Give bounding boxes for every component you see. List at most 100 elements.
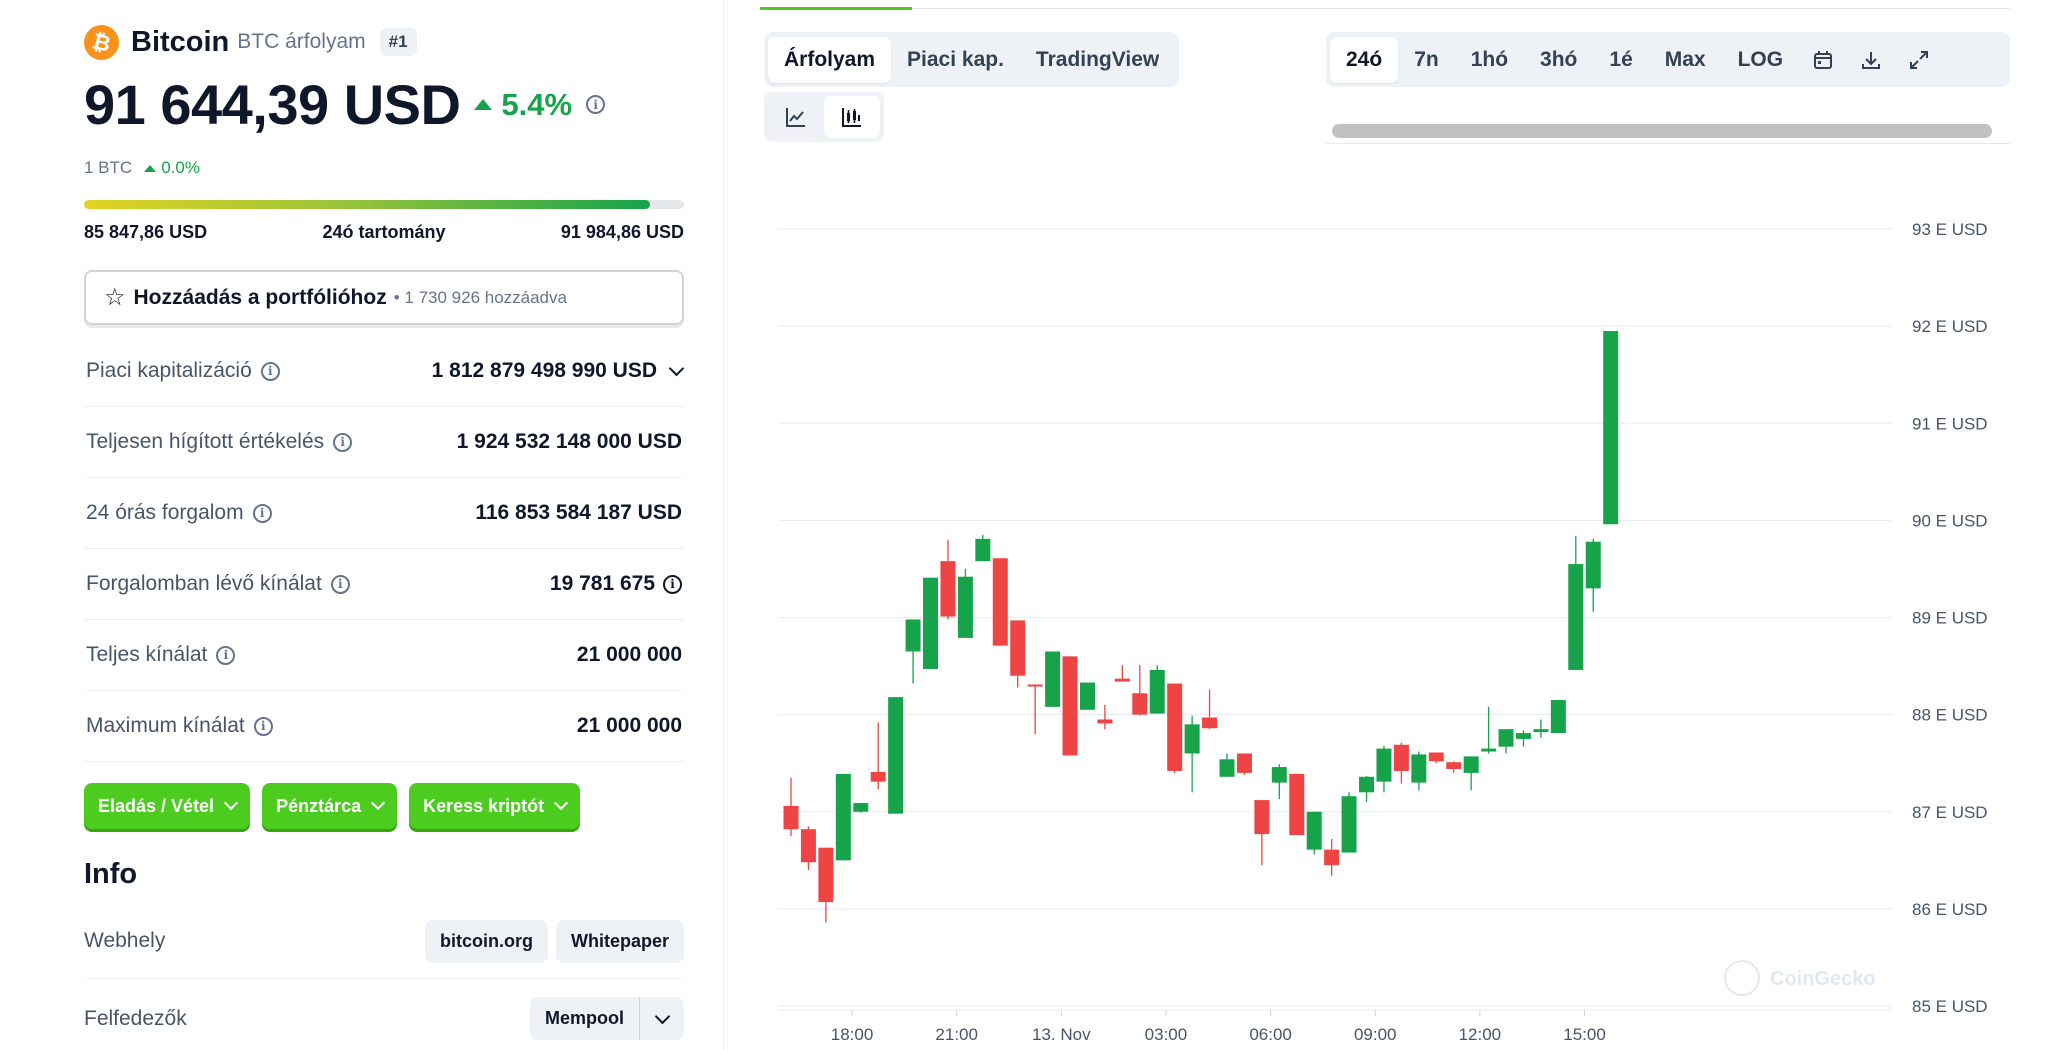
- info-icon[interactable]: i: [330, 574, 350, 594]
- candle-body: [835, 773, 851, 861]
- candle-body: [1184, 724, 1200, 754]
- coin-subtitle: BTC árfolyam: [237, 30, 366, 53]
- caret-up-icon: [144, 164, 157, 172]
- timeframe-option[interactable]: 7n: [1398, 37, 1455, 83]
- range-bar: [84, 200, 684, 209]
- candle-body: [1271, 767, 1287, 783]
- x-tick-label: 13. Nov: [1032, 1025, 1091, 1044]
- add-to-portfolio-button[interactable]: ☆ Hozzáadás a portfólióhoz • 1 730 926 h…: [84, 270, 684, 325]
- info-icon[interactable]: i: [586, 95, 606, 114]
- candle-body: [870, 771, 886, 782]
- portfolio-count-value: 1 730 926 hozzáadva: [404, 287, 567, 307]
- calendar-button[interactable]: [1799, 37, 1847, 83]
- candle-body: [1428, 752, 1444, 762]
- candle-body: [1393, 744, 1409, 771]
- stat-value-group: 1 812 879 498 990 USD: [432, 359, 685, 383]
- coin-title-row: ₿ Bitcoin BTC árfolyam #1: [80, 20, 417, 64]
- timeframe-option[interactable]: 1é: [1593, 37, 1648, 83]
- stat-label: Forgalomban lévő kínálat: [86, 572, 322, 595]
- range-labels: 85 847,86 USD 24ó tartomány 91 984,86 US…: [84, 222, 684, 243]
- candle-body: [1010, 620, 1026, 676]
- action-button-label: Keress kriptót: [423, 795, 545, 816]
- buy-sell-button[interactable]: Eladás / Vétel: [84, 783, 251, 829]
- stat-label: Maximum kínálat: [86, 714, 245, 737]
- panel-divider: [723, 0, 724, 1050]
- y-tick-label: 89 E USD: [1912, 609, 1988, 628]
- candle-body: [1219, 759, 1235, 777]
- tab-price[interactable]: Árfolyam: [768, 36, 892, 83]
- x-tick-label: 15:00: [1563, 1025, 1606, 1044]
- chart-type-selector: [764, 92, 884, 142]
- fullscreen-button[interactable]: [1895, 37, 1943, 83]
- timeframe-option[interactable]: 1hó: [1455, 37, 1524, 83]
- caret-up-icon: [474, 99, 493, 110]
- candlestick-chart-button[interactable]: [824, 96, 880, 138]
- y-tick-label: 87 E USD: [1912, 803, 1988, 822]
- find-crypto-button[interactable]: Keress kriptót: [409, 783, 581, 829]
- website-link[interactable]: bitcoin.org: [424, 919, 548, 963]
- candle-body: [1045, 651, 1061, 707]
- bitcoin-logo-icon: ₿: [80, 20, 123, 64]
- stat-row: Maximum kínálat i 21 000 000: [84, 691, 684, 762]
- info-icon[interactable]: i: [663, 574, 682, 594]
- stat-row[interactable]: Piaci kapitalizáció i 1 812 879 498 990 US…: [84, 336, 685, 407]
- range-bar-fill: [84, 200, 651, 209]
- candle-body: [1027, 684, 1043, 687]
- explorer-link[interactable]: Mempool: [530, 997, 639, 1040]
- candle-body: [1306, 811, 1322, 850]
- info-icon[interactable]: i: [216, 645, 236, 665]
- portfolio-button-label: Hozzáadás a portfólióhoz: [133, 285, 387, 309]
- tab-market-cap[interactable]: Piaci kap.: [891, 37, 1020, 83]
- candle-body: [1254, 800, 1270, 835]
- stat-label-group: 24 órás forgalom i: [86, 501, 272, 525]
- candle-body: [1463, 756, 1479, 773]
- website-label: Webhely: [84, 929, 166, 952]
- timeframe-option[interactable]: LOG: [1722, 37, 1800, 83]
- info-icon[interactable]: i: [333, 432, 353, 452]
- chart-scrollbar-thumb[interactable]: [1332, 124, 1992, 138]
- download-button[interactable]: [1847, 37, 1895, 83]
- star-icon: ☆: [104, 284, 126, 311]
- candle-body: [783, 805, 799, 830]
- candle-body: [1114, 678, 1130, 682]
- line-chart-button[interactable]: [768, 96, 824, 138]
- chart-scrollbar[interactable]: [1326, 118, 2010, 144]
- x-tick-label: 21:00: [935, 1025, 978, 1044]
- timeframe-option[interactable]: Max: [1649, 37, 1722, 83]
- explorers-label: Felfedezők: [84, 1006, 187, 1030]
- timeframe-option[interactable]: 24ó: [1330, 36, 1399, 83]
- tab-tradingview[interactable]: TradingView: [1020, 37, 1175, 83]
- candle-body: [1097, 719, 1113, 724]
- stat-value: 19 781 675: [549, 572, 655, 595]
- stat-label-group: Piaci kapitalizáció i: [86, 359, 280, 383]
- explorer-dropdown-toggle[interactable]: [639, 997, 684, 1040]
- stat-value-group: 116 853 584 187 USD: [475, 501, 682, 525]
- info-icon[interactable]: i: [260, 361, 280, 381]
- info-icon[interactable]: i: [253, 716, 273, 736]
- candle-body: [888, 697, 904, 814]
- coin-overview-panel: ₿ Bitcoin BTC árfolyam #1 91 644,39 USD …: [80, 0, 690, 1050]
- chevron-down-icon: [654, 1008, 670, 1024]
- candle-body: [1149, 669, 1165, 714]
- x-tick-label: 18:00: [831, 1025, 874, 1044]
- candle-body: [1167, 683, 1183, 771]
- timeframe-option[interactable]: 3hó: [1524, 37, 1593, 83]
- price-candlestick-chart[interactable]: 93 E USD 92 E USD 91 E USD 90 E USD 89 E USD…: [760, 200, 2010, 1050]
- coingecko-watermark: CoinGecko: [1770, 968, 1876, 990]
- stat-label: Teljesen hígított értékelés: [86, 430, 325, 453]
- candle-body: [800, 829, 816, 863]
- btc-price-row: 1 BTC 0.0%: [84, 158, 200, 178]
- candle-body: [975, 538, 991, 562]
- fullscreen-icon: [1910, 50, 1929, 69]
- price-change-24h: 5.4%: [474, 87, 572, 123]
- candle-body: [905, 619, 921, 652]
- candle-body: [1481, 748, 1497, 752]
- candle-body: [1062, 656, 1078, 756]
- candle-body: [1324, 849, 1340, 866]
- whitepaper-link[interactable]: Whitepaper: [555, 919, 684, 963]
- info-icon[interactable]: i: [252, 503, 272, 523]
- wallet-button[interactable]: Pénztárca: [262, 783, 398, 829]
- chevron-down-icon[interactable]: [668, 360, 685, 376]
- candle-body: [1376, 748, 1392, 782]
- candle-body: [1515, 733, 1531, 739]
